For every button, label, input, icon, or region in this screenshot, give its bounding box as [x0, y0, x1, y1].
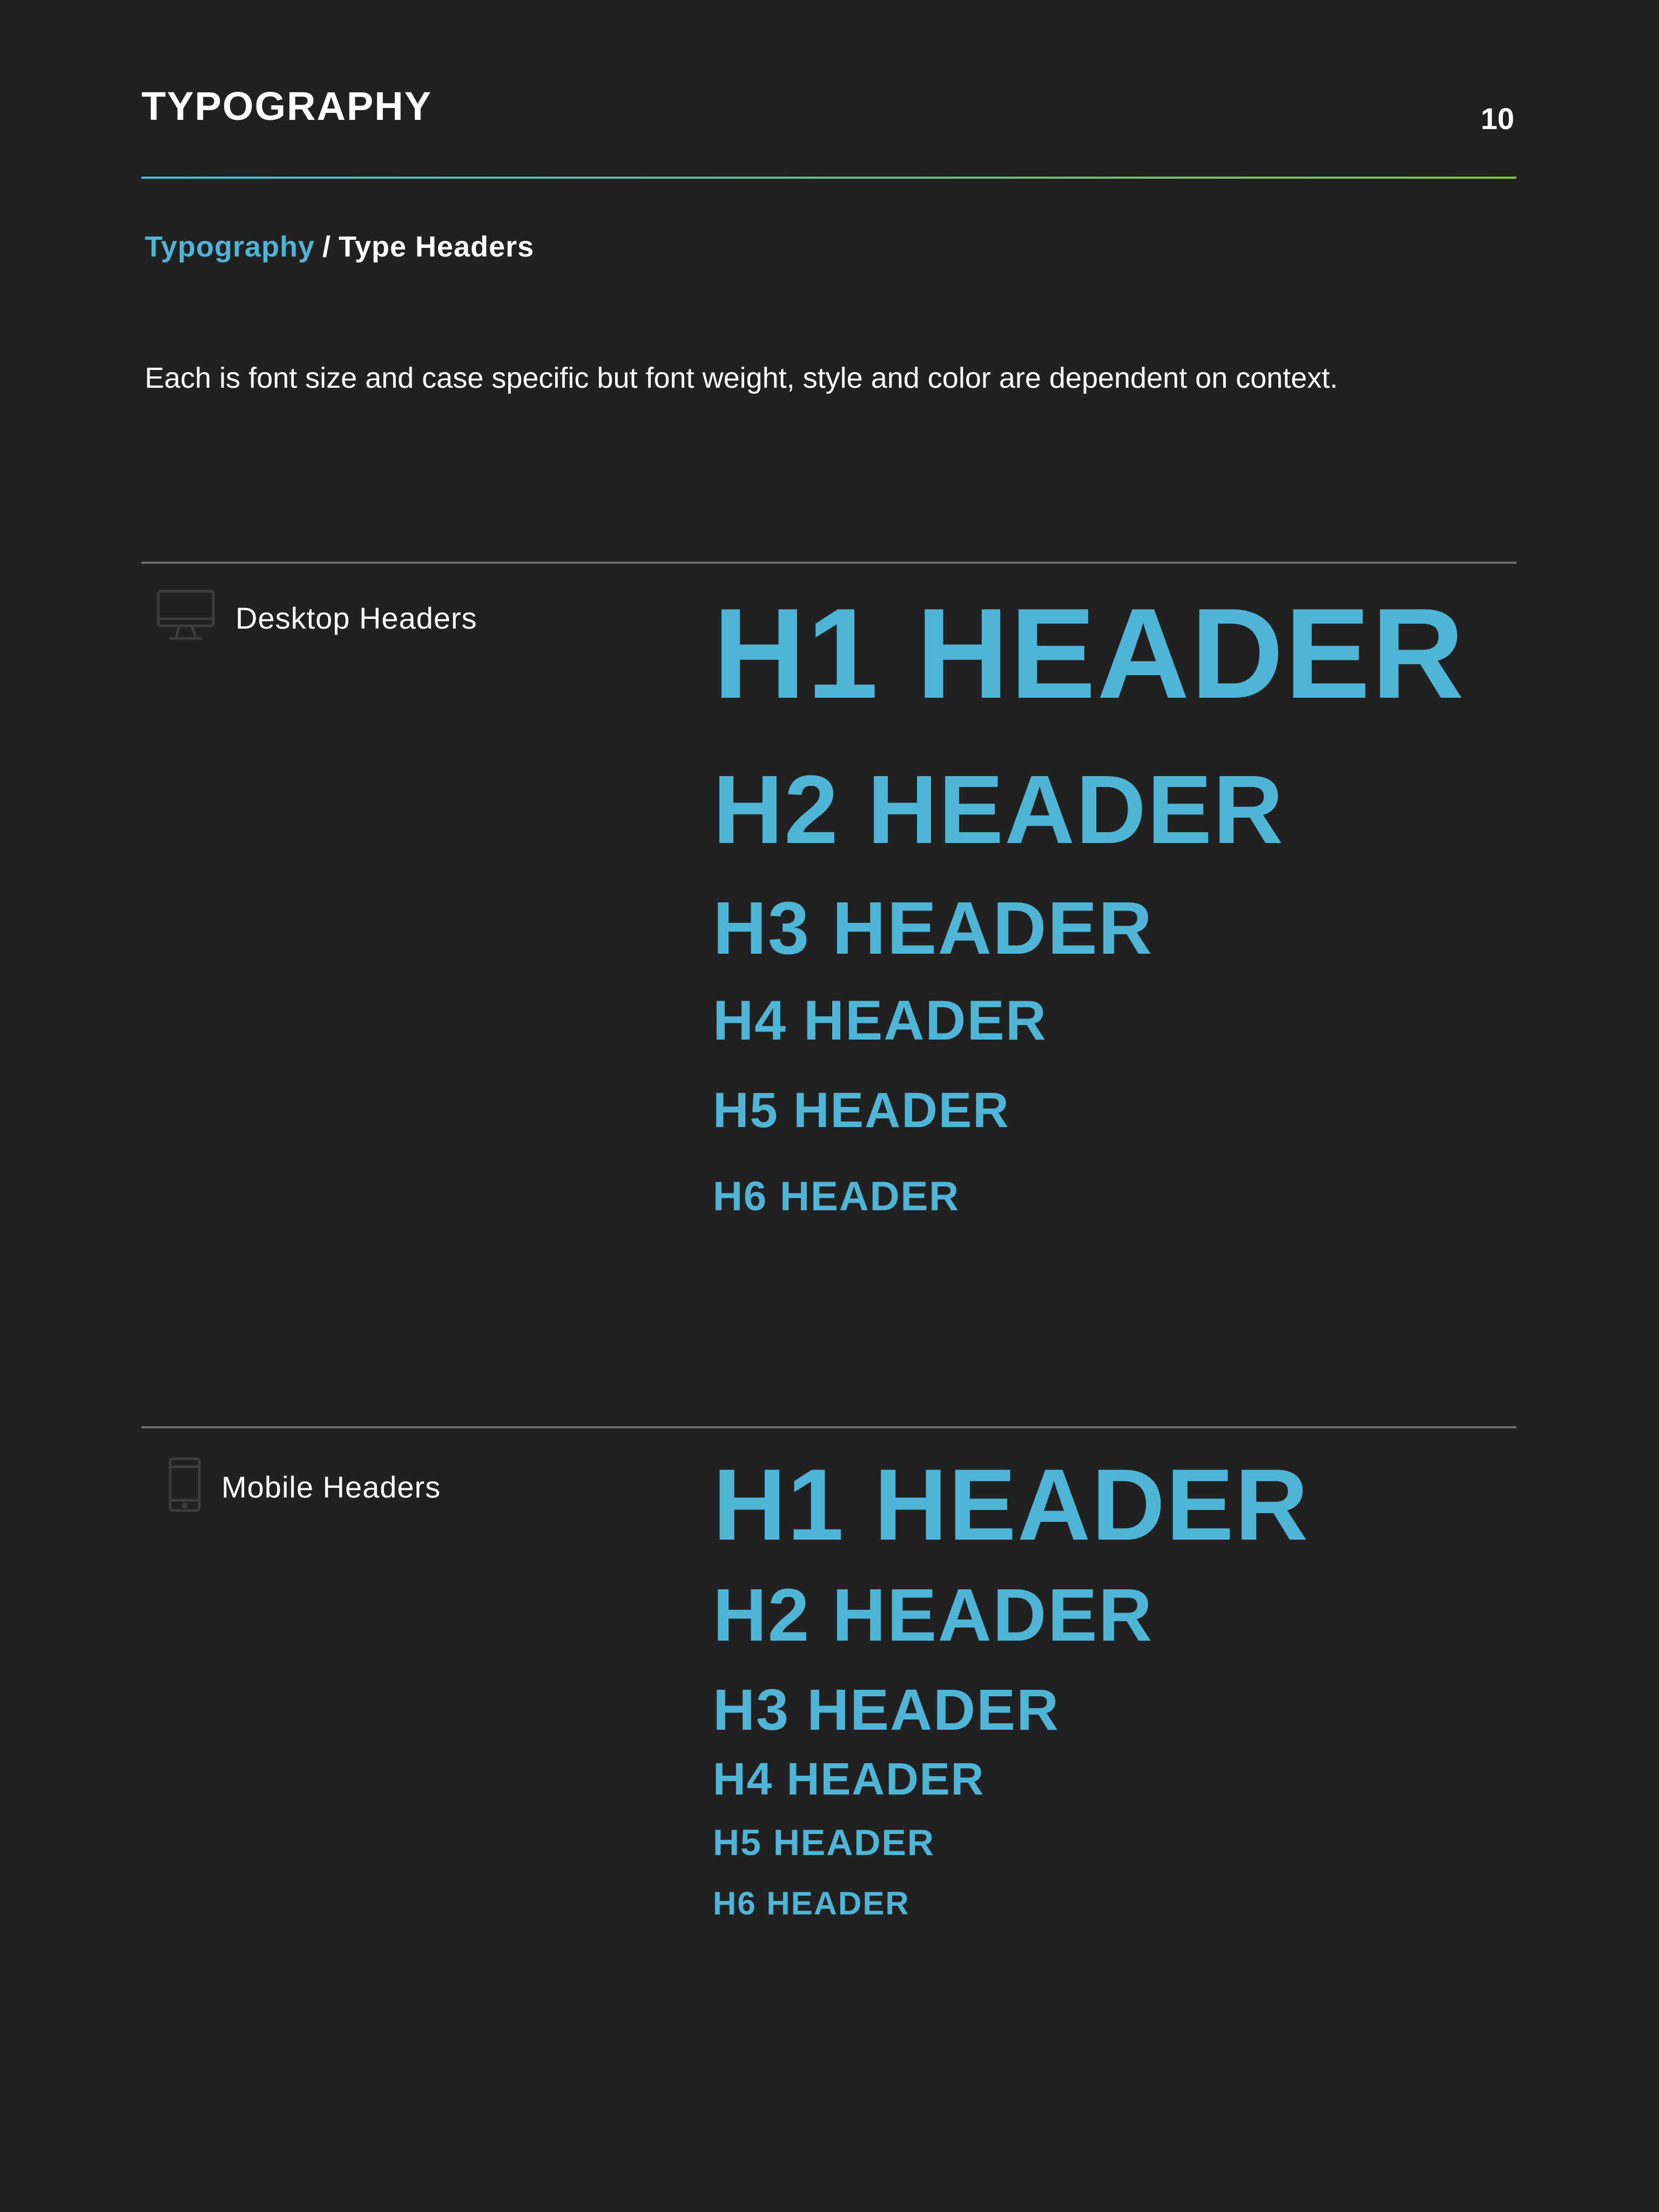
- title-divider: [141, 177, 1516, 179]
- intro-text: Each is font size and case specific but …: [145, 362, 1338, 394]
- mobile-section-label: Mobile Headers: [168, 1457, 441, 1517]
- breadcrumb-link-typography[interactable]: Typography: [145, 231, 315, 263]
- page-number: 10: [1480, 102, 1514, 136]
- mobile-h3-sample: H3 HEADER: [713, 1677, 1060, 1742]
- mobile-h6-sample: H6 HEADER: [713, 1885, 910, 1921]
- desktop-section-title: Desktop Headers: [235, 601, 477, 635]
- mobile-section-title: Mobile Headers: [221, 1469, 441, 1504]
- mobile-section-divider: [141, 1426, 1516, 1428]
- mobile-h2-sample: H2 HEADER: [713, 1574, 1154, 1657]
- desktop-monitor-icon: [157, 590, 215, 646]
- mobile-h1-sample: H1 HEADER: [713, 1448, 1310, 1561]
- mobile-phone-icon: [168, 1457, 201, 1517]
- mobile-h4-sample: H4 HEADER: [713, 1754, 985, 1804]
- desktop-section-divider: [141, 562, 1516, 564]
- desktop-h5-sample: H5 HEADER: [713, 1083, 1010, 1138]
- desktop-h4-sample: H4 HEADER: [713, 989, 1047, 1052]
- mobile-h5-sample: H5 HEADER: [713, 1822, 935, 1863]
- breadcrumb-current: Type Headers: [339, 231, 535, 263]
- page-title: TYPOGRAPHY: [141, 84, 433, 129]
- desktop-section-label: Desktop Headers: [157, 590, 477, 646]
- desktop-h2-sample: H2 HEADER: [713, 756, 1285, 864]
- breadcrumb-separator: /: [322, 231, 332, 263]
- desktop-h3-sample: H3 HEADER: [713, 887, 1154, 970]
- desktop-h1-sample: H1 HEADER: [713, 582, 1466, 725]
- breadcrumb: Typography / Type Headers: [145, 232, 534, 261]
- desktop-h6-sample: H6 HEADER: [713, 1174, 960, 1219]
